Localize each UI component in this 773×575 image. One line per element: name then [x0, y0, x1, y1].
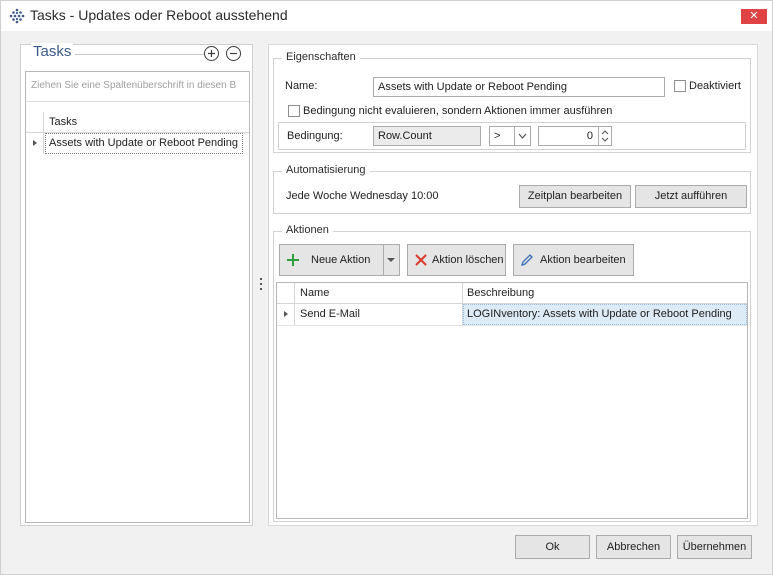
dialog-content: Tasks Ziehen Sie eine Spaltenüberschrift… [1, 31, 772, 574]
close-icon: ✕ [749, 10, 759, 22]
group-by-hint: Ziehen Sie eine Spaltenüberschrift in di… [31, 80, 237, 91]
condition-row: Bedingung: Row.Count > 0 [278, 122, 746, 150]
tasks-dialog-window: Tasks - Updates oder Reboot ausstehend ✕… [0, 0, 773, 575]
cancel-button[interactable]: Abbrechen [596, 535, 671, 559]
action-row[interactable]: Send E-Mail LOGINventory: Assets with Up… [277, 304, 747, 325]
tasks-column-header[interactable]: Tasks [26, 112, 249, 133]
task-name: Assets with Update or Reboot Pending [49, 137, 238, 149]
automation-caption: Automatisierung [282, 164, 370, 176]
spinner-arrows[interactable] [598, 127, 611, 145]
app-logo-icon [9, 8, 25, 24]
disabled-label: Deaktiviert [689, 80, 741, 92]
header-indicator [26, 112, 44, 133]
title-bar: Tasks - Updates oder Reboot ausstehend ✕ [1, 1, 772, 31]
no-eval-label: Bedingung nicht evaluieren, sondern Akti… [303, 105, 613, 117]
operator-dropdown-arrow[interactable] [514, 127, 530, 145]
actions-grid: Name Beschreibung Send E-Mail LOGINvento… [276, 282, 748, 519]
run-now-button[interactable]: Jetzt aufführen [635, 185, 747, 208]
edit-schedule-button[interactable]: Zeitplan bearbeiten [519, 185, 631, 208]
close-button[interactable]: ✕ [741, 9, 767, 24]
properties-group: Eigenschaften Name: Assets with Update o… [273, 51, 751, 153]
disabled-checkbox[interactable] [674, 80, 686, 92]
tasks-title-divider [75, 54, 213, 55]
new-action-label: Neue Aktion [311, 254, 371, 266]
row-indicator [277, 304, 295, 325]
schedule-text: Jede Woche Wednesday 10:00 [286, 190, 439, 202]
edit-action-button[interactable]: Aktion bearbeiten [513, 244, 634, 276]
action-description: LOGINventory: Assets with Update or Rebo… [467, 308, 732, 320]
delete-action-label: Aktion löschen [432, 254, 504, 266]
actions-column-header: Name Beschreibung [277, 283, 747, 304]
task-row[interactable]: Assets with Update or Reboot Pending [26, 133, 249, 154]
tasks-grid: Ziehen Sie eine Spaltenüberschrift in di… [25, 71, 250, 523]
actions-group: Aktionen Neue Aktion Aktion löschen Akti… [273, 224, 751, 522]
row-separator [277, 325, 747, 326]
new-action-button[interactable]: Neue Aktion [279, 244, 400, 276]
properties-caption: Eigenschaften [282, 51, 360, 63]
group-by-panel[interactable]: Ziehen Sie eine Spaltenüberschrift in di… [26, 72, 249, 102]
plus-circle-icon [208, 50, 215, 57]
delete-action-button[interactable]: Aktion löschen [407, 244, 506, 276]
apply-button[interactable]: Übernehmen [677, 535, 752, 559]
task-details-panel: Eigenschaften Name: Assets with Update o… [268, 44, 758, 526]
add-task-button[interactable] [204, 46, 219, 61]
action-name: Send E-Mail [300, 308, 360, 320]
chevron-down-icon[interactable] [386, 257, 396, 263]
condition-value: 0 [586, 130, 593, 142]
row-pointer-icon [33, 140, 37, 146]
automation-group: Automatisierung Jede Woche Wednesday 10:… [273, 164, 751, 214]
name-label: Name: [285, 80, 318, 92]
minus-circle-icon [230, 52, 237, 55]
row-pointer-icon [284, 311, 288, 317]
no-eval-checkbox[interactable] [288, 105, 300, 117]
row-indicator [26, 133, 44, 154]
edit-action-label: Aktion bearbeiten [540, 254, 626, 266]
remove-task-button[interactable] [226, 46, 241, 61]
name-input[interactable]: Assets with Update or Reboot Pending [373, 77, 665, 97]
tasks-column-header-label: Tasks [49, 116, 78, 128]
ok-button[interactable]: Ok [515, 535, 590, 559]
operator-value: > [494, 130, 501, 142]
actions-caption: Aktionen [282, 224, 333, 236]
delete-x-icon [415, 254, 427, 266]
header-indicator [277, 283, 295, 304]
description-column-header[interactable]: Beschreibung [467, 287, 534, 299]
condition-field[interactable]: Row.Count [373, 126, 481, 146]
operator-select[interactable]: > [489, 126, 531, 146]
condition-value-spinner[interactable]: 0 [538, 126, 612, 146]
splitter-handle[interactable] [260, 278, 263, 292]
split-divider [383, 245, 384, 275]
window-title: Tasks - Updates oder Reboot ausstehend [30, 7, 288, 23]
pencil-icon [520, 254, 533, 267]
chevron-down-icon [518, 133, 527, 139]
column-divider [462, 283, 463, 304]
tasks-panel: Tasks Ziehen Sie eine Spaltenüberschrift… [20, 43, 253, 526]
name-column-header[interactable]: Name [300, 287, 329, 299]
tasks-panel-title: Tasks [31, 43, 74, 60]
plus-icon [287, 254, 299, 266]
spin-up-down-icon [601, 130, 609, 142]
condition-label: Bedingung: [287, 130, 343, 142]
